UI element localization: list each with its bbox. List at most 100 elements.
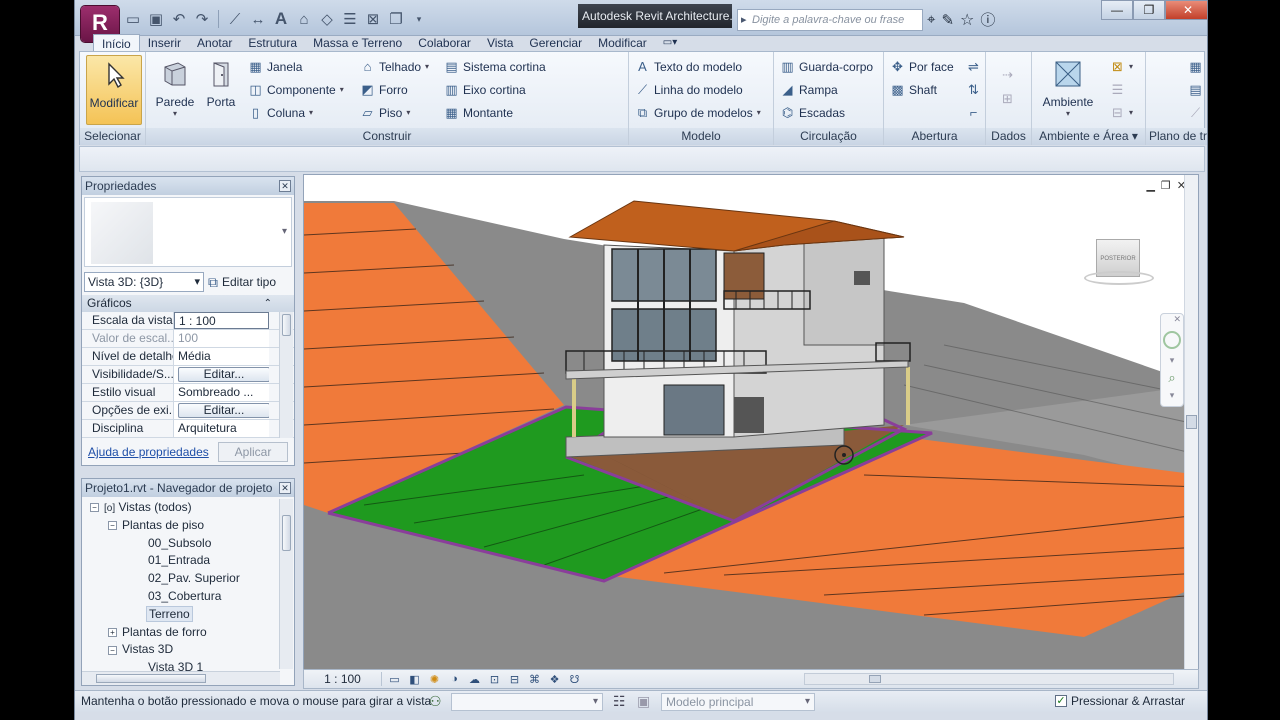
sun-path-icon[interactable]: ✺ xyxy=(427,672,442,686)
save-icon[interactable]: ▣ xyxy=(146,9,166,29)
tab-estrutura[interactable]: Estrutura xyxy=(240,34,305,52)
steering-wheel-icon[interactable] xyxy=(1163,331,1181,349)
coluna-button[interactable]: ▯ Coluna ▾ xyxy=(248,102,313,124)
discipline-value[interactable]: Arquitetura xyxy=(174,420,269,437)
chevron-down-icon[interactable]: ▾ xyxy=(1161,355,1183,366)
display-options-edit-button[interactable]: Editar... xyxy=(178,403,269,418)
tab-vista[interactable]: Vista xyxy=(479,34,521,52)
set-workplane-icon[interactable]: ▦ xyxy=(1188,56,1203,78)
open-icon[interactable]: ▭ xyxy=(123,9,143,29)
room-separator-icon[interactable]: ⊠ ▾ xyxy=(1110,56,1133,78)
show-workplane-icon[interactable]: ▤ xyxy=(1188,79,1203,101)
detail-level-value[interactable]: Média xyxy=(174,348,269,365)
dormer-icon[interactable]: ⌐ xyxy=(966,102,981,124)
forro-button[interactable]: ◩ Forro xyxy=(360,79,407,101)
reveal-hidden-icon[interactable]: ☋ xyxy=(567,672,582,686)
viewport-vscrollbar[interactable] xyxy=(1184,175,1198,669)
type-preview[interactable]: ▾ xyxy=(84,197,292,267)
properties-scrollbar[interactable] xyxy=(279,312,293,438)
tree-item-subsolo[interactable]: 00_Subsolo xyxy=(84,535,278,553)
tree-item-cobertura[interactable]: 03_Cobertura xyxy=(84,588,278,606)
measure-icon[interactable]: ⟋ xyxy=(225,9,245,29)
viewcube[interactable]: POSTERIOR xyxy=(1084,235,1154,291)
worksets-icon[interactable]: ⚇ xyxy=(429,693,442,710)
tools-icon[interactable]: ✎ xyxy=(941,11,954,29)
tab-inserir[interactable]: Inserir xyxy=(140,34,189,52)
browser-hscrollbar[interactable] xyxy=(82,671,280,685)
ref-plane-icon[interactable]: ⟋ xyxy=(1188,102,1203,124)
linha-modelo-button[interactable]: ⟋ Linha do modelo xyxy=(635,79,743,101)
tree-item-vistas[interactable]: − [o] Vistas (todos) xyxy=(84,499,278,517)
tab-gerenciar[interactable]: Gerenciar xyxy=(521,34,590,52)
restore-button[interactable]: ❐ xyxy=(1133,0,1165,20)
tab-inicio[interactable]: Início xyxy=(93,34,140,52)
temporary-hide-icon[interactable]: ❖ xyxy=(547,672,562,686)
design-options-icon[interactable]: ☷ xyxy=(613,693,626,710)
group-label[interactable]: Ambiente e Área ▾ xyxy=(1032,128,1145,145)
lock-3d-icon[interactable]: ⌘ xyxy=(527,672,542,686)
crop-region-icon[interactable]: ⊟ xyxy=(507,672,522,686)
close-button[interactable]: ✕ xyxy=(1165,0,1207,20)
binoculars-icon[interactable]: ⌖ xyxy=(927,11,935,28)
minimize-view-icon[interactable]: ▁ xyxy=(1146,179,1154,192)
properties-help-link[interactable]: Ajuda de propriedades xyxy=(88,445,209,459)
dimension-icon[interactable]: ↔ xyxy=(248,9,268,29)
switch-windows-icon[interactable]: ❐ xyxy=(386,9,406,29)
tree-item-entrada[interactable]: 01_Entrada xyxy=(84,552,278,570)
janela-button[interactable]: ▦ Janela xyxy=(248,56,302,78)
tag-room-icon[interactable]: ☰ xyxy=(1110,79,1125,101)
wall-opening-icon[interactable]: ⇌ xyxy=(966,56,981,78)
guarda-corpo-button[interactable]: ▥ Guarda-corpo xyxy=(780,56,873,78)
tree-item-pav-superior[interactable]: 02_Pav. Superior xyxy=(84,570,278,588)
tree-item-plantas-forro[interactable]: + Plantas de forro xyxy=(84,624,278,642)
section-icon[interactable]: ◇ xyxy=(317,9,337,29)
ambiente-button[interactable]: Ambiente ▾ xyxy=(1038,55,1098,118)
texto-modelo-button[interactable]: A Texto do modelo xyxy=(635,56,742,78)
close-icon[interactable]: ✕ xyxy=(279,180,291,192)
zoom-icon[interactable]: ⌕ xyxy=(1164,370,1180,386)
minimize-button[interactable]: — xyxy=(1101,0,1133,20)
level-icon[interactable]: ⇢ xyxy=(1000,64,1015,86)
modificar-button[interactable]: Modificar xyxy=(86,55,142,125)
apply-button[interactable]: Aplicar xyxy=(218,442,288,462)
text-icon[interactable]: A xyxy=(271,9,291,29)
crop-view-icon[interactable]: ⊡ xyxy=(487,672,502,686)
tab-colaborar[interactable]: Colaborar xyxy=(410,34,479,52)
close-icon[interactable]: ✕ xyxy=(279,482,291,494)
3d-view-icon[interactable]: ⌂ xyxy=(294,9,314,29)
restore-view-icon[interactable]: ❐ xyxy=(1161,179,1171,192)
design-option-select[interactable]: Modelo principal xyxy=(661,693,815,711)
detail-level-icon[interactable]: ▭ xyxy=(387,672,402,686)
edit-type-button[interactable]: Editar tipo xyxy=(222,275,276,289)
componente-button[interactable]: ◫ Componente ▾ xyxy=(248,79,343,101)
search-input[interactable]: Digite a palavra-chave ou frase xyxy=(737,9,923,31)
visibility-edit-button[interactable]: Editar... xyxy=(178,367,269,382)
grupo-modelos-button[interactable]: ⧉ Grupo de modelos ▾ xyxy=(635,102,761,124)
view-type-select[interactable]: Vista 3D: {3D} xyxy=(84,272,204,292)
grid-icon[interactable]: ⊞ xyxy=(1000,88,1015,110)
eixo-cortina-button[interactable]: ▥ Eixo cortina xyxy=(444,79,525,101)
view-scale-input[interactable]: 1 : 100 xyxy=(174,312,269,329)
category-graficos[interactable]: Gráficos ⌃ xyxy=(82,295,294,312)
montante-button[interactable]: ▦ Montante xyxy=(444,102,513,124)
chevron-down-icon[interactable]: ▾ xyxy=(1161,390,1183,401)
tab-anotar[interactable]: Anotar xyxy=(189,34,240,52)
browser-scrollbar[interactable] xyxy=(279,499,293,669)
star-icon[interactable]: ☆ xyxy=(960,10,974,30)
shaft-button[interactable]: ▩ Shaft xyxy=(890,79,937,101)
rendering-icon[interactable]: ☁ xyxy=(467,672,482,686)
help-icon[interactable]: ⓘ xyxy=(980,9,995,30)
telhado-button[interactable]: ⌂ Telhado ▾ xyxy=(360,56,430,78)
undo-icon[interactable]: ↶ xyxy=(169,9,189,29)
press-drag-checkbox[interactable]: ✓ xyxy=(1054,695,1067,707)
visual-style-value[interactable]: Sombreado ... xyxy=(174,384,269,401)
viewport-hscrollbar[interactable] xyxy=(804,673,1174,685)
tab-modificar[interactable]: Modificar xyxy=(590,34,655,52)
close-icon[interactable]: ✕ xyxy=(1161,314,1183,325)
ribbon-minimize-icon[interactable]: ▭▾ xyxy=(655,34,685,52)
workset-select[interactable] xyxy=(451,693,603,711)
vertical-opening-icon[interactable]: ⇅ xyxy=(966,79,981,101)
thin-lines-icon[interactable]: ☰ xyxy=(340,9,360,29)
tree-item-plantas-piso[interactable]: − Plantas de piso xyxy=(84,517,278,535)
view-scale-button[interactable]: 1 : 100 xyxy=(304,672,382,686)
